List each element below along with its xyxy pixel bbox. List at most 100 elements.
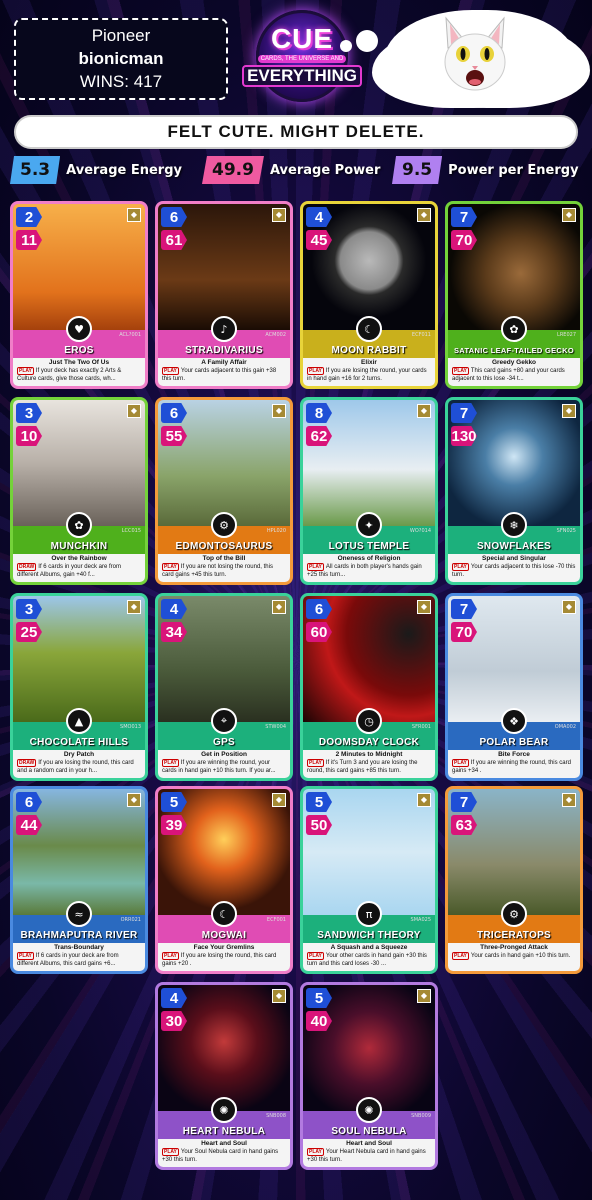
card-name: LOTUS TEMPLE (303, 538, 435, 554)
card-ability: Just The Two Of Us PLAY If your deck has e… (13, 358, 145, 386)
ability-text: DRAW If you are losing the round, this ca… (17, 759, 134, 774)
card-ability: Three-Pronged Attack PLAY Your cards in ha… (448, 943, 580, 971)
ability-text: PLAY If it's Turn 3 and you are losing th… (307, 759, 418, 774)
ability-trigger: PLAY (17, 952, 34, 960)
stat-label: Average Power (269, 162, 381, 178)
ability-name: Trans-Boundary (54, 944, 104, 951)
rarity-gem-icon: ◆ (562, 404, 576, 418)
deck-card[interactable]: 6 55 ◆ ⚙ HPL020 EDMONTOSAURUS Top of the Bill P… (155, 397, 293, 585)
collection-emblem-icon: ⚙ (501, 901, 527, 927)
card-ability: Elixir PLAY If you are losing the round, y… (303, 358, 435, 386)
ability-trigger: PLAY (307, 1148, 324, 1156)
rarity-gem-icon: ◆ (417, 793, 431, 807)
stat-value: 5.3 (10, 156, 61, 184)
logo-line1: CUE (270, 23, 334, 54)
collection-emblem-icon: ☾ (211, 901, 237, 927)
collection-emblem-icon: ❖ (501, 708, 527, 734)
deck-card[interactable]: 7 70 ◆ ✿ LRE027 SATANIC LEAF-TAILED GECKO Gree… (445, 201, 583, 389)
deck-card[interactable]: 4 45 ◆ ☾ ECF011 MOON RABBIT Elixir PLAY If you a… (300, 201, 438, 389)
card-ability: Bite Force PLAY If you are winning the rou… (448, 750, 580, 778)
ability-text: PLAY If you are winning the round, your c… (162, 759, 276, 774)
card-ability: A Family Affair PLAY Your cards adjacent t… (158, 358, 290, 386)
collection-emblem-icon: ⚙ (211, 512, 237, 538)
deck-card[interactable]: 7 130 ◆ ❄ SFN025 SNOWFLAKES Special and Singul… (445, 397, 583, 585)
ability-name: Top of the Bill (202, 555, 246, 562)
ability-text: PLAY If you are losing the round, this ca… (162, 952, 277, 967)
ability-name: A Squash and a Squeeze (330, 944, 408, 951)
card-ability: Face Your Gremlins PLAY If you are losing … (158, 943, 290, 971)
collection-emblem-icon: ≈ (66, 901, 92, 927)
ability-text: PLAY All cards in both player's hands gai… (307, 563, 422, 578)
card-code: HPL020 (266, 528, 286, 534)
rarity-gem-icon: ◆ (272, 208, 286, 222)
ability-text: DRAW If 6 cards in your deck are from dif… (17, 563, 121, 578)
deck-card[interactable]: 6 44 ◆ ≈ ORR021 BRAHMAPUTRA RIVER Trans-Bounda… (10, 786, 148, 974)
card-code: SNB009 (411, 1113, 431, 1119)
rarity-gem-icon: ◆ (127, 404, 141, 418)
card-code: WO?014 (409, 528, 431, 534)
ability-name: Elixir (361, 359, 377, 366)
stat-label: Power per Energy (448, 162, 579, 178)
deck-card[interactable]: 4 34 ◆ ⌖ STW004 GPS Get in Position PLAY If you … (155, 593, 293, 781)
deck-card[interactable]: 5 40 ◆ ✺ SNB009 SOUL NEBULA Heart and Soul PLAY… (300, 982, 438, 1170)
rarity-gem-icon: ◆ (562, 600, 576, 614)
card-name: TRICERATOPS (448, 927, 580, 943)
deck-slogan: FELT CUTE. MIGHT DELETE. (14, 115, 578, 149)
ability-trigger: PLAY (162, 952, 179, 960)
deck-card[interactable]: 3 25 ◆ ▲ SMO013 CHOCOLATE HILLS Dry Patch DRAW I… (10, 593, 148, 781)
card-ability: Oneness of Religion PLAY All cards in both… (303, 554, 435, 582)
ability-trigger: PLAY (307, 759, 324, 767)
collection-emblem-icon: ▲ (66, 708, 92, 734)
deck-card[interactable]: 5 50 ◆ π SMA025 SANDWICH THEORY A Squash and a… (300, 786, 438, 974)
collection-emblem-icon: ✿ (66, 512, 92, 538)
deck-card[interactable]: 7 70 ◆ ❖ OMA002 POLAR BEAR Bite Force PLAY If yo… (445, 593, 583, 781)
card-name: STRADIVARIUS (158, 342, 290, 358)
ability-text: PLAY If your deck has exactly 2 Arts & Cu… (17, 367, 122, 382)
card-code: STW004 (265, 724, 286, 730)
deck-stats: 5.3 Average Energy 49.9 Average Power 9.… (10, 155, 582, 185)
card-code: ECF011 (411, 332, 431, 338)
ability-text: PLAY Your cards adjacent to this gain +38… (162, 367, 277, 382)
deck-card[interactable]: 8 62 ◆ ✦ WO?014 LOTUS TEMPLE Oneness of Religi… (300, 397, 438, 585)
card-ability: Special and Singular PLAY Your cards adjac… (448, 554, 580, 582)
card-name: MUNCHKIN (13, 538, 145, 554)
card-name: MOGWAI (158, 927, 290, 943)
card-name: SANDWICH THEORY (303, 927, 435, 943)
ability-name: Greedy Gekko (491, 359, 537, 366)
rarity-gem-icon: ◆ (417, 989, 431, 1003)
collection-emblem-icon: ⌖ (211, 708, 237, 734)
ability-text: PLAY Your Heart Nebula card in hand gains… (307, 1148, 426, 1163)
logo-tagline: CARDS, THE UNIVERSE AND (257, 55, 347, 63)
deck-card[interactable]: 3 10 ◆ ✿ LCC015 MUNCHKIN Over the Rainbow DRAW I… (10, 397, 148, 585)
collection-emblem-icon: π (356, 901, 382, 927)
card-ability: Heart and Soul PLAY Your Soul Nebula card … (158, 1139, 290, 1167)
rarity-gem-icon: ◆ (417, 600, 431, 614)
card-name: SOUL NEBULA (303, 1123, 435, 1139)
ability-trigger: PLAY (307, 367, 324, 375)
ability-trigger: PLAY (452, 563, 469, 571)
stat-label: Average Energy (66, 162, 182, 178)
deck-card[interactable]: 7 63 ◆ ⚙ TRICERATOPS Three-Pronged Attack PLAY… (445, 786, 583, 974)
card-code: ACM002 (265, 332, 286, 338)
ability-name: Heart and Soul (201, 1140, 247, 1147)
card-code: SMO013 (120, 724, 141, 730)
ability-trigger: PLAY (307, 563, 324, 571)
deck-card[interactable]: 4 30 ◆ ✺ SNB008 HEART NEBULA Heart and Soul PLA… (155, 982, 293, 1170)
collection-emblem-icon: ♪ (211, 316, 237, 342)
ability-trigger: PLAY (162, 367, 179, 375)
deck-card[interactable]: 6 60 ◆ ◷ SFR001 DOOMSDAY CLOCK 2 Minutes to Mi… (300, 593, 438, 781)
card-name: BRAHMAPUTRA RIVER (13, 927, 145, 943)
rarity-gem-icon: ◆ (127, 208, 141, 222)
logo-line2: EVERYTHING (242, 65, 362, 87)
ability-trigger: PLAY (307, 952, 324, 960)
ability-name: Face Your Gremlins (193, 944, 255, 951)
rarity-gem-icon: ◆ (272, 989, 286, 1003)
deck-card[interactable]: 5 39 ◆ ☾ ECF001 MOGWAI Face Your Gremlins PLAY I… (155, 786, 293, 974)
deck-card[interactable]: 6 61 ◆ ♪ ACM002 STRADIVARIUS A Family Affair PL… (155, 201, 293, 389)
collection-emblem-icon: ✺ (211, 1097, 237, 1123)
card-code: LCC015 (121, 528, 141, 534)
deck-card[interactable]: 2 11 ◆ ♥ ACL?001 EROS Just The Two Of Us PLAY If… (10, 201, 148, 389)
ability-text: PLAY Your cards in hand gain +10 this tur… (452, 952, 571, 960)
ability-text: PLAY If you are winning the round, this c… (452, 759, 571, 774)
card-ability: 2 Minutes to Midnight PLAY If it's Turn 3 … (303, 750, 435, 778)
